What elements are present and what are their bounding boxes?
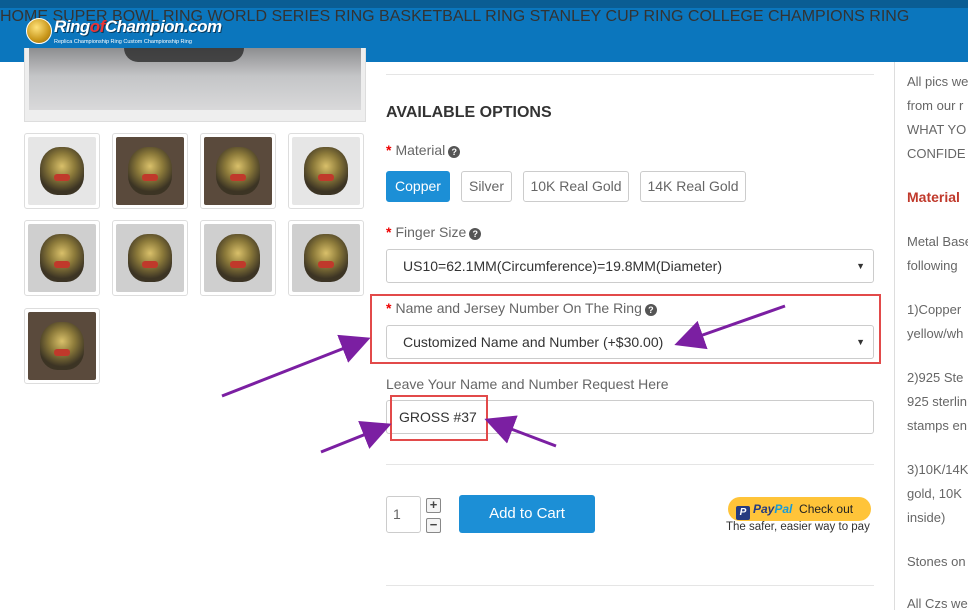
arrow-to-request-input (484, 415, 557, 448)
arrow-to-request-input (320, 420, 392, 454)
arrow-to-name-select (674, 304, 786, 350)
arrow-to-name-select (221, 334, 371, 398)
annotation-arrows (221, 304, 786, 454)
